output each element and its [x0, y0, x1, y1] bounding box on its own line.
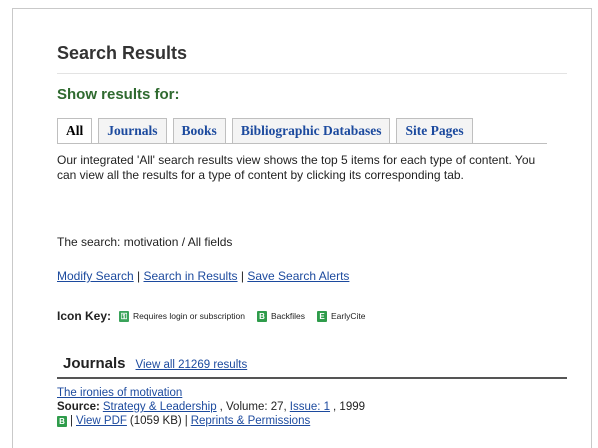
separator: |	[184, 415, 188, 427]
separator: |	[237, 269, 248, 283]
title-divider	[57, 73, 567, 74]
tab-books[interactable]: Books	[172, 118, 226, 144]
tabs-divider	[57, 143, 547, 144]
separator: |	[70, 415, 73, 427]
icon-key-title: Icon Key:	[57, 309, 112, 323]
backfiles-icon: B	[257, 310, 267, 322]
results-description: Our integrated 'All' search results view…	[57, 153, 536, 182]
save-search-alerts-link[interactable]: Save Search Alerts	[247, 269, 349, 283]
icon-key-label-login: Requires login or subscription	[133, 311, 245, 321]
journals-section-header: Journals View all 21269 results	[63, 355, 247, 372]
search-actions: Modify Search | Search in Results | Save…	[57, 269, 349, 283]
list-item: The ironies of motivation Source: Strate…	[57, 386, 365, 428]
journals-section-divider	[57, 377, 567, 379]
result-type-tabs: All Journals Books Bibliographic Databas…	[57, 118, 473, 144]
journals-section-title: Journals	[63, 355, 126, 372]
result-source: Source: Strategy & Leadership, Volume: 2…	[57, 400, 365, 414]
earlycite-icon: E	[317, 310, 328, 322]
show-results-for-heading: Show results for:	[57, 86, 180, 103]
issue-link[interactable]: Issue: 1	[290, 400, 330, 414]
tab-bibliographic-databases[interactable]: Bibliographic Databases	[231, 118, 391, 144]
volume-text: , Volume: 27,	[219, 401, 287, 413]
reprints-permissions-link[interactable]: Reprints & Permissions	[191, 414, 311, 428]
search-in-results-link[interactable]: Search in Results	[144, 269, 238, 283]
icon-key-label-backfiles: Backfiles	[271, 311, 306, 321]
icon-key-label-earlycite: EarlyCite	[331, 311, 366, 321]
result-actions: B | View PDF (1059 KB) | Reprints & Perm…	[57, 414, 365, 428]
view-pdf-link[interactable]: View PDF	[76, 414, 127, 428]
view-all-journals-link[interactable]: View all 21269 results	[136, 359, 248, 371]
year-text: , 1999	[333, 401, 366, 413]
source-label: Source:	[57, 401, 100, 413]
separator: |	[133, 269, 144, 283]
tab-all[interactable]: All	[57, 118, 93, 144]
pdf-size: (1059 KB)	[129, 415, 182, 427]
search-query: motivation / All fields	[123, 235, 233, 249]
source-journal-link[interactable]: Strategy & Leadership	[103, 400, 217, 414]
tab-journals[interactable]: Journals	[98, 118, 167, 144]
icon-key: Icon Key: ⚿ Requires login or subscripti…	[57, 309, 374, 323]
page-title: Search Results	[57, 43, 188, 63]
result-title-link[interactable]: The ironies of motivation	[57, 386, 182, 400]
results-panel: Search Results Show results for: All Jou…	[12, 8, 592, 448]
backfiles-icon: B	[57, 415, 67, 427]
lock-icon: ⚿	[119, 310, 130, 322]
search-summary: The search: motivation / All fields	[57, 235, 232, 249]
tab-site-pages[interactable]: Site Pages	[396, 118, 473, 144]
search-prefix: The search:	[57, 235, 124, 249]
modify-search-link[interactable]: Modify Search	[57, 269, 134, 283]
